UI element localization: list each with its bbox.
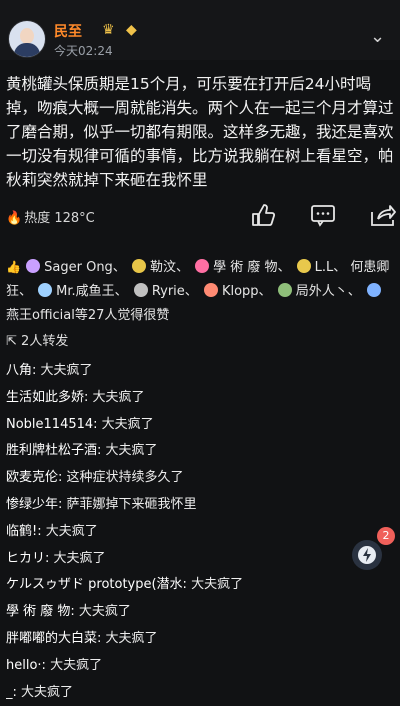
comment-text: 大夫疯了 (16, 684, 74, 700)
avatar (366, 283, 381, 297)
comment-text: 这种症状持续多久了 (62, 470, 184, 486)
post-time: 今天02:24 (54, 44, 113, 58)
comment-item[interactable]: ケルスゥザド prototype(潜水: 大夫疯了 (6, 572, 396, 599)
comment-item[interactable]: Noble114514: 大夫疯了 (6, 412, 396, 439)
avatar (296, 259, 311, 273)
comment-text: 大夫疯了 (41, 523, 98, 539)
liker-name[interactable]: L.L、 (315, 260, 347, 275)
liker-name[interactable]: 局外人丶、 (296, 284, 361, 299)
comment-text: 大夫疯了 (49, 550, 106, 566)
comment-item[interactable]: 临鹤!: 大夫疯了 (6, 519, 396, 546)
avatar (203, 283, 218, 297)
chevron-down-icon[interactable]: ⌄ (370, 26, 385, 47)
comment-user[interactable]: 临鹤!: (6, 524, 42, 539)
post-content: 黄桃罐头保质期是15个月，可乐要在打开后24小时喝掉，吻痕大概一周就能消失。两个… (6, 75, 394, 189)
comment-item[interactable]: 惨绿少年: 萨菲娜掉下来砸我怀里 (6, 492, 396, 519)
avatar-body (14, 43, 40, 57)
comment-text: 大夫疯了 (101, 443, 158, 459)
liker-name[interactable]: Mr.咸鱼王、 (56, 284, 128, 299)
comment-user[interactable]: 胖嘟嘟的大白菜: (6, 631, 101, 646)
action-bar: 🔥 热度 128°C (0, 196, 400, 236)
liker-name[interactable]: Ryrie、 (152, 284, 198, 299)
share-icon[interactable] (370, 202, 396, 228)
crown-icon: ♛ (102, 22, 115, 38)
post-header: 民至 ♛ ◆ 今天02:24 ⌄ (0, 0, 400, 60)
comment-item[interactable]: 胜利牌杜松子酒: 大夫疯了 (6, 438, 396, 465)
comment-user[interactable]: 學 術 廢 物: (6, 604, 75, 619)
liker-name[interactable]: Klopp、 (222, 284, 272, 299)
comment-item[interactable]: 欧麦克伦: 这种症状持续多久了 (6, 465, 396, 492)
flame-icon: 🔥 (6, 211, 23, 226)
comment-text: 大夫疯了 (45, 657, 103, 673)
comment-item[interactable]: 八角: 大夫疯了 (6, 358, 396, 385)
avatar (131, 259, 146, 273)
gem-icon: ◆ (126, 22, 137, 38)
forward-label: 2人转发 (21, 334, 69, 349)
comment-text: 大夫疯了 (186, 577, 244, 593)
comment-item[interactable]: _: 大夫疯了 (6, 680, 396, 706)
liker-name[interactable]: 勒汶、 (150, 260, 189, 275)
avatar-face (20, 28, 34, 44)
heat-label: 热度 128°C (24, 211, 95, 226)
comment-item[interactable]: 生活如此多娇: 大夫疯了 (6, 385, 396, 412)
avatar (277, 283, 292, 297)
avatar (26, 259, 41, 273)
forward-count[interactable]: ⇱ 2人转发 (6, 330, 68, 349)
like-icon[interactable] (250, 202, 276, 228)
heat-indicator: 🔥 热度 128°C (6, 207, 95, 226)
comment-text: 大夫疯了 (74, 604, 131, 620)
likes-list: 👍 Sager Ong、 勒汶、 學 術 廢 物、 L.L、 何患卿狂、 Mr.… (6, 255, 396, 328)
comment-user[interactable]: _: (6, 685, 17, 700)
comment-text: 大夫疯了 (97, 416, 154, 432)
comment-text: 大夫疯了 (88, 389, 145, 405)
lightning-icon (358, 546, 376, 564)
comment-item[interactable]: 學 術 廢 物: 大夫疯了 (6, 599, 396, 626)
comment-user[interactable]: ケルスゥザド prototype(潜水: (6, 577, 187, 592)
comment-user[interactable]: 惨绿少年: (6, 497, 62, 512)
avatar (133, 283, 148, 297)
comment-item[interactable]: hello·: 大夫疯了 (6, 653, 396, 680)
comment-user[interactable]: ヒカリ: (6, 551, 49, 566)
comment-text: 萨菲娜掉下来砸我怀里 (62, 496, 197, 512)
comment-text: 大夫疯了 (36, 363, 93, 378)
comment-user[interactable]: 生活如此多娇: (6, 390, 88, 405)
comment-user[interactable]: hello·: (6, 658, 46, 673)
comment-user[interactable]: 欧麦克伦: (6, 470, 62, 485)
comment-text: 大夫疯了 (101, 630, 158, 646)
comment-item[interactable]: 胖嘟嘟的大白菜: 大夫疯了 (6, 626, 396, 653)
comment-icon[interactable] (310, 202, 336, 228)
comment-user[interactable]: 胜利牌杜松子酒: (6, 443, 101, 458)
comment-list: 八角: 大夫疯了 生活如此多娇: 大夫疯了 Noble114514: 大夫疯了 … (6, 358, 396, 706)
user-name[interactable]: 民至 (54, 21, 82, 41)
notification-badge: 2 (377, 527, 395, 545)
liker-name[interactable]: Sager Ong、 (44, 260, 126, 275)
avatar (38, 283, 53, 297)
comment-item[interactable]: ヒカリ: 大夫疯了 (6, 546, 396, 573)
avatar[interactable] (8, 20, 46, 58)
forward-icon: ⇱ (6, 334, 17, 349)
avatar (195, 259, 210, 273)
comment-user[interactable]: Noble114514: (6, 417, 98, 432)
floating-action-button[interactable] (352, 540, 382, 570)
liker-name[interactable]: 學 術 廢 物、 (213, 260, 290, 275)
likes-suffix[interactable]: 等27人觉得很赞 (75, 308, 170, 323)
comment-user[interactable]: 八角: (6, 363, 36, 378)
thumbs-up-icon: 👍 (6, 260, 21, 274)
liker-name[interactable]: 燕王official (6, 308, 75, 323)
